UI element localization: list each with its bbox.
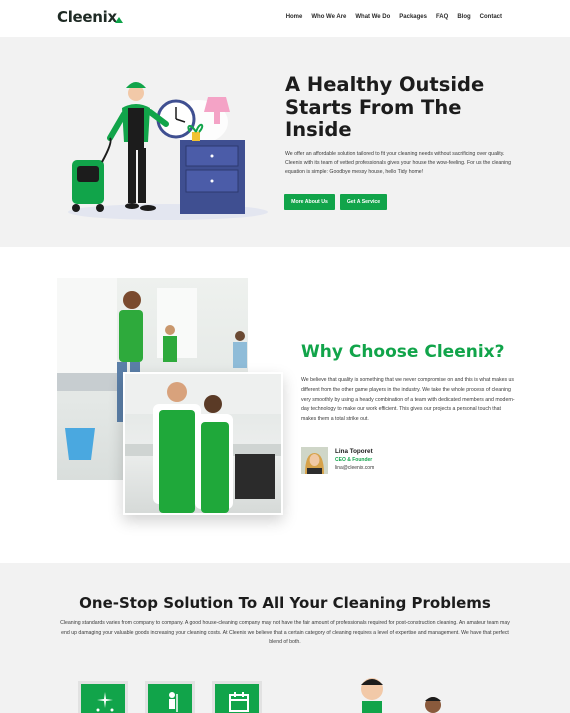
nav-who-we-are[interactable]: Who We Are <box>311 14 346 20</box>
nav-what-we-do[interactable]: What We Do <box>355 14 390 20</box>
services-title: One-Stop Solution To All Your Cleaning P… <box>79 594 491 612</box>
why-title: Why Choose Cleenix? <box>301 342 505 362</box>
nav-blog[interactable]: Blog <box>457 14 470 20</box>
why-choose-section: Why Choose Cleenix? We believe that qual… <box>0 247 570 563</box>
nav-contact[interactable]: Contact <box>480 14 502 20</box>
nav-packages[interactable]: Packages <box>399 14 427 20</box>
get-a-service-button[interactable]: Get A Service <box>340 194 387 210</box>
author-name: Lina Toporet <box>335 448 373 455</box>
services-section: One-Stop Solution To All Your Cleaning P… <box>0 563 570 713</box>
cleaner-person-icon[interactable] <box>145 681 195 713</box>
nav-faq[interactable]: FAQ <box>436 14 448 20</box>
author-email[interactable]: lina@cleenix.com <box>335 465 374 471</box>
site-header: Cleenix Home Who We Are What We Do Packa… <box>0 0 570 37</box>
author-role: CEO & Founder <box>335 457 373 463</box>
calendar-icon[interactable] <box>212 681 262 713</box>
why-description: We believe that quality is something tha… <box>301 377 515 423</box>
author-avatar <box>301 447 328 474</box>
logo-mark-icon <box>114 17 123 23</box>
cleaners-duo-photo <box>123 372 283 515</box>
nav-home[interactable]: Home <box>286 14 303 20</box>
logo-text: Cleenix <box>57 8 117 26</box>
more-about-us-button[interactable]: More About Us <box>284 194 335 210</box>
cartoon-people-illustration <box>361 678 441 713</box>
hero-section: A Healthy Outside Starts From The Inside… <box>0 37 570 247</box>
hero-title: A Healthy Outside Starts From The Inside <box>285 73 485 141</box>
cleaner-illustration <box>68 82 268 220</box>
hero-description: We offer an affordable solution tailored… <box>285 151 512 175</box>
sparkle-spray-icon[interactable] <box>78 681 128 713</box>
main-nav: Home Who We Are What We Do Packages FAQ … <box>286 14 502 20</box>
logo[interactable]: Cleenix <box>57 8 123 26</box>
services-description: Cleaning standards varies from company t… <box>60 620 510 646</box>
